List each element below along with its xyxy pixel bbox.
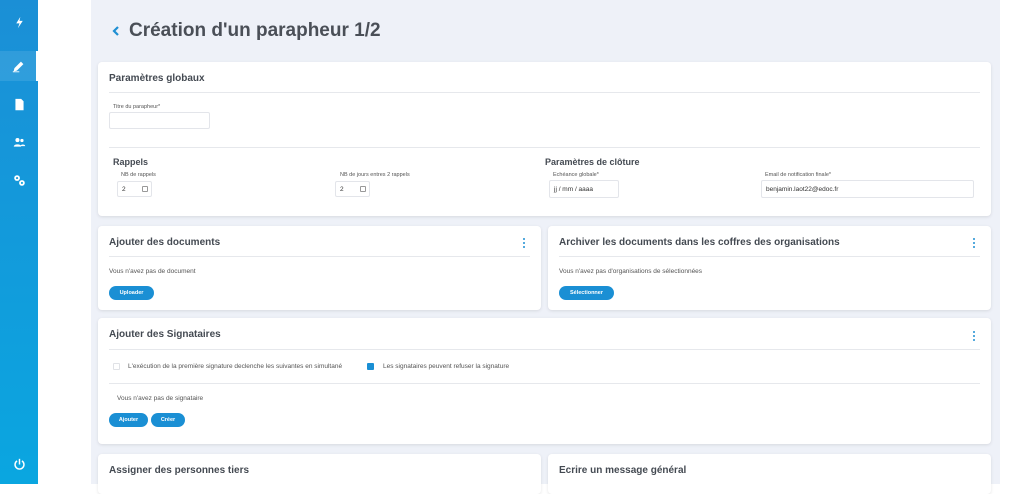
divider	[109, 147, 980, 148]
divider	[109, 92, 980, 93]
card-title: Archiver les documents dans les coffres …	[559, 237, 840, 248]
pen-icon	[12, 61, 23, 72]
card-title: Assigner des personnes tiers	[109, 465, 250, 476]
days-between-label: NB de jours entres 2 rappels	[340, 172, 410, 178]
card-title: Paramètres globaux	[109, 73, 205, 84]
refuse-signature-label: Les signataires peuvent refuser la signa…	[383, 363, 510, 370]
upload-button[interactable]: Uploader	[109, 286, 154, 300]
logo-icon	[15, 16, 23, 28]
power-icon	[13, 458, 25, 470]
main-content: Création d'un parapheur 1/2 Paramètres g…	[91, 0, 1000, 494]
email-input[interactable]: benjamin.laot22@edoc.fr	[761, 180, 974, 198]
card-title: Ajouter des documents	[109, 237, 221, 248]
archive-empty-text: Vous n'avez pas d'organisations de sélec…	[559, 268, 703, 275]
days-between-input[interactable]: 2	[335, 181, 370, 197]
email-label: Email de notification finale*	[765, 172, 832, 178]
signers-card: Ajouter des Signataires L'exécution de l…	[98, 318, 991, 444]
sidebar-item-documents[interactable]	[0, 89, 38, 119]
closing-title: Paramètres de clôture	[545, 157, 640, 167]
document-icon	[14, 98, 24, 110]
reminders-title: Rappels	[113, 157, 149, 167]
documents-card: Ajouter des documents Vous n'avez pas de…	[98, 226, 541, 310]
parapheur-title-input[interactable]	[109, 112, 210, 129]
simultaneous-checkbox[interactable]	[113, 363, 120, 370]
sidebar-item-settings[interactable]	[0, 165, 38, 195]
simultaneous-label: L'exécution de la première signature dec…	[128, 363, 343, 370]
documents-empty-text: Vous n'avez pas de document	[109, 268, 196, 275]
global-params-card: Paramètres globaux Titre du parapheur* R…	[98, 62, 991, 216]
card-title: Ecrire un message général	[559, 465, 687, 476]
page-header: Création d'un parapheur 1/2	[109, 20, 381, 42]
days-between-value: 2	[340, 185, 344, 193]
add-signer-button[interactable]: Ajouter	[109, 413, 148, 427]
chevron-left-icon	[112, 26, 119, 36]
create-signer-button[interactable]: Créer	[151, 413, 185, 427]
more-icon[interactable]	[521, 238, 527, 248]
more-icon[interactable]	[971, 331, 977, 341]
page-title: Création d'un parapheur 1/2	[129, 20, 381, 41]
users-icon	[13, 137, 25, 147]
deadline-label: Echéance globale*	[553, 172, 599, 178]
nb-reminders-value: 2	[122, 185, 126, 193]
divider	[109, 383, 980, 384]
settings-icon	[13, 174, 25, 186]
divider	[109, 349, 980, 350]
nb-reminders-label: NB de rappels	[121, 172, 156, 178]
more-icon[interactable]	[971, 238, 977, 248]
stepper-icon[interactable]	[360, 186, 366, 192]
nb-reminders-input[interactable]: 2	[117, 181, 152, 197]
sidebar	[0, 0, 38, 484]
card-title: Ajouter des Signataires	[109, 329, 221, 340]
logout-button[interactable]	[0, 449, 38, 479]
message-card: Ecrire un message général	[548, 454, 991, 494]
third-parties-card: Assigner des personnes tiers	[98, 454, 541, 494]
parapheur-title-label: Titre du parapheur*	[113, 104, 161, 110]
sidebar-logo[interactable]	[0, 7, 38, 37]
signers-empty-text: Vous n'avez pas de signataire	[117, 395, 204, 402]
select-organizations-button[interactable]: Sélectionner	[559, 286, 614, 300]
archive-card: Archiver les documents dans les coffres …	[548, 226, 991, 310]
divider	[109, 256, 530, 257]
back-button[interactable]	[109, 24, 123, 38]
sidebar-item-contacts[interactable]	[0, 127, 38, 157]
divider	[559, 256, 980, 257]
sidebar-item-signature[interactable]	[0, 51, 38, 81]
deadline-input[interactable]: jj / mm / aaaa	[549, 180, 619, 198]
stepper-icon[interactable]	[142, 186, 148, 192]
refuse-signature-checkbox[interactable]	[367, 363, 374, 370]
